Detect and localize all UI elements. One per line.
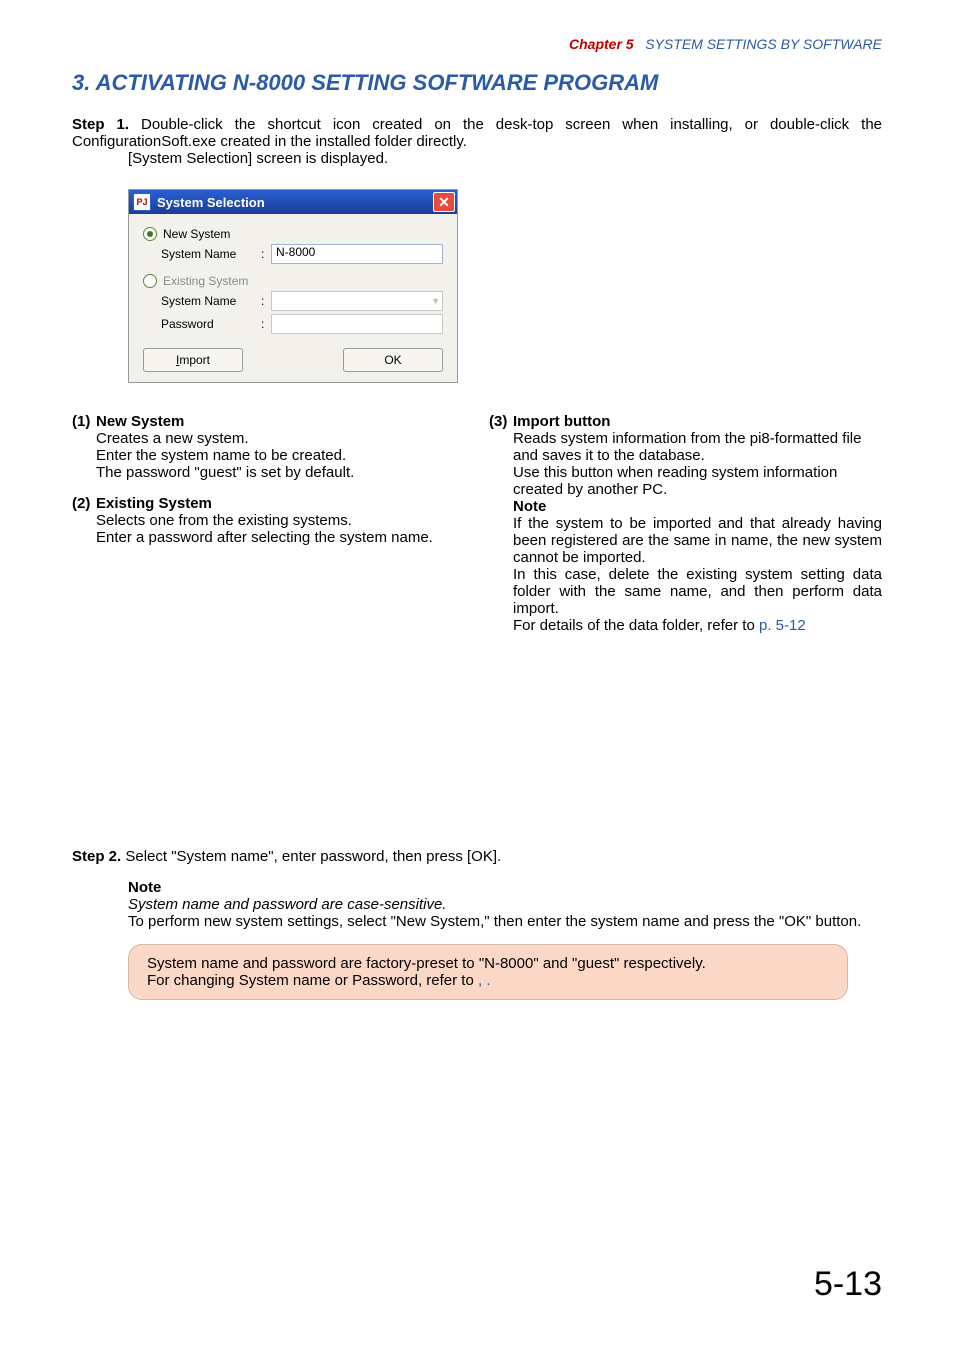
close-icon[interactable]: ✕ (433, 192, 455, 212)
item-3-note-1: If the system to be imported and that al… (513, 515, 882, 566)
sysname-label-2: System Name (161, 294, 261, 308)
step-1-text-1: Double-click the shortcut icon created o… (72, 116, 882, 150)
radio-new-system[interactable] (143, 227, 157, 241)
section-label: SYSTEM SETTINGS BY SOFTWARE (645, 36, 882, 52)
item-2-line-2: Enter a password after selecting the sys… (96, 529, 465, 546)
tip-line-2: For changing System name or Password, re… (147, 972, 829, 989)
item-1-title: New System (96, 413, 184, 430)
app-icon: PJ (133, 193, 151, 211)
radio-existing-system[interactable] (143, 274, 157, 288)
step-2-text-1: Select "System name", enter password, th… (125, 848, 501, 865)
item-3-title: Import button (513, 413, 610, 430)
item-3-line-2: Use this button when reading system info… (513, 464, 882, 498)
link-p-5-12[interactable]: p. 5-12 (759, 617, 806, 634)
tip-link[interactable]: , . (478, 972, 491, 989)
new-system-label: New System (163, 227, 230, 241)
password-input[interactable] (271, 314, 443, 334)
item-1-line-1: Creates a new system. (96, 430, 465, 447)
step-2-label: Step 2. (72, 848, 121, 865)
import-button[interactable]: Import (143, 348, 243, 372)
page-number: 5-13 (814, 1265, 882, 1304)
step-2: Step 2. Select "System name", enter pass… (72, 848, 882, 930)
existing-system-name-select[interactable]: ▼ (271, 291, 443, 311)
item-3-note-3: For details of the data folder, refer to… (513, 617, 882, 634)
password-label: Password (161, 317, 261, 331)
new-system-name-input[interactable]: N-8000 (271, 244, 443, 264)
item-3-num: (3) (489, 413, 513, 430)
existing-system-label: Existing System (163, 274, 248, 288)
step-1: Step 1. Double-click the shortcut icon c… (72, 116, 882, 167)
item-3-note-label: Note (513, 498, 882, 515)
sysname-label-1: System Name (161, 247, 261, 261)
step-1-label: Step 1. (72, 116, 129, 133)
existing-system-radio-row[interactable]: Existing System (143, 274, 443, 288)
item-1-line-2: Enter the system name to be created. (96, 447, 465, 464)
running-header: Chapter 5 SYSTEM SETTINGS BY SOFTWARE (72, 36, 882, 52)
step-2-note-2: To perform new system settings, select "… (128, 913, 882, 930)
tip-box: System name and password are factory-pre… (128, 944, 848, 1000)
chevron-down-icon: ▼ (431, 296, 440, 306)
ok-button[interactable]: OK (343, 348, 443, 372)
new-system-radio-row[interactable]: New System (143, 227, 443, 241)
step-2-note-1: System name and password are case-sensit… (128, 896, 446, 913)
item-2-num: (2) (72, 495, 96, 512)
item-2-title: Existing System (96, 495, 212, 512)
description-columns: (1)New System Creates a new system. Ente… (72, 413, 882, 648)
tip-line-1: System name and password are factory-pre… (147, 955, 829, 972)
item-3-line-1: Reads system information from the pi8-fo… (513, 430, 882, 464)
chapter-label: Chapter 5 (569, 36, 634, 52)
page-heading: 3. ACTIVATING N-8000 SETTING SOFTWARE PR… (72, 70, 882, 96)
item-1-line-3: The password "guest" is set by default. (96, 464, 465, 481)
item-2-line-1: Selects one from the existing systems. (96, 512, 465, 529)
step-2-note-label: Note (128, 879, 882, 896)
item-1-num: (1) (72, 413, 96, 430)
step-1-text-2: [System Selection] screen is displayed. (128, 150, 882, 167)
item-3-note-2: In this case, delete the existing system… (513, 566, 882, 617)
system-selection-dialog: PJ System Selection ✕ New System System … (128, 189, 458, 383)
dialog-title-text: System Selection (157, 195, 433, 210)
dialog-titlebar: PJ System Selection ✕ (129, 190, 457, 214)
